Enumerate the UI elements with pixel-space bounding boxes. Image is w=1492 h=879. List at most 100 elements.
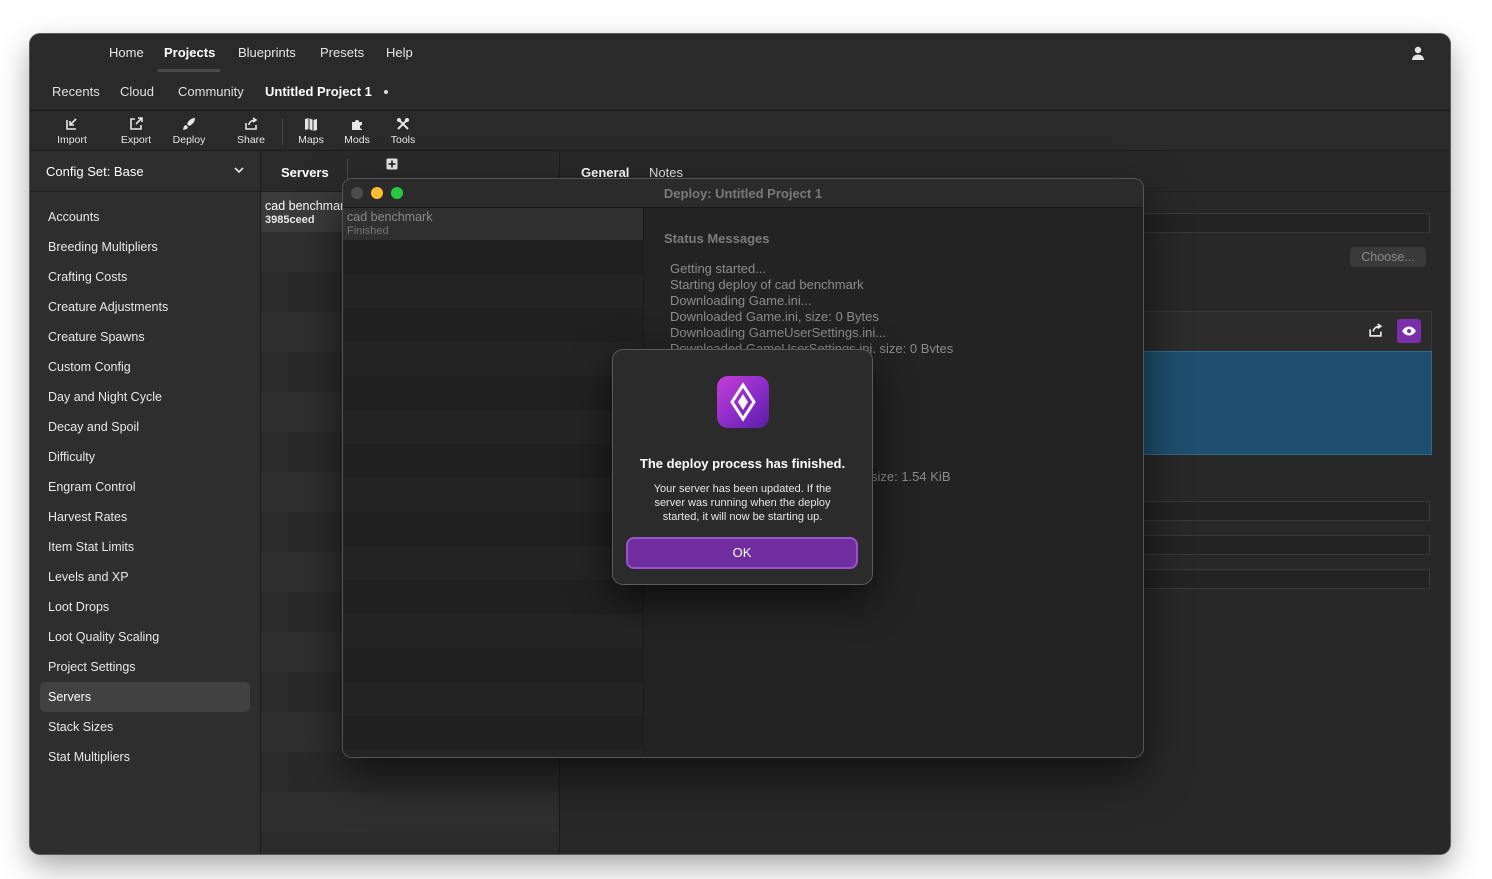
empty-row	[343, 444, 643, 478]
user-account-icon[interactable]	[1410, 45, 1426, 61]
rocket-icon	[183, 118, 195, 130]
empty-row	[343, 240, 643, 274]
empty-row	[343, 376, 643, 410]
tab-untitled-project[interactable]: Untitled Project 1	[265, 84, 372, 99]
sidebar-item-day-and-night-cycle[interactable]: Day and Night Cycle	[40, 382, 250, 412]
empty-row	[343, 546, 643, 580]
deploy-server-row[interactable]: cad benchmark Finished	[343, 208, 643, 240]
empty-row	[261, 792, 559, 832]
sidebar-item-label: Harvest Rates	[48, 510, 128, 524]
empty-row	[343, 478, 643, 512]
sidebar-item-creature-spawns[interactable]: Creature Spawns	[40, 322, 250, 352]
tab-community[interactable]: Community	[178, 84, 244, 99]
server-name-field[interactable]	[1140, 213, 1430, 233]
menu-presets[interactable]: Presets	[320, 45, 364, 60]
servers-title: Servers	[281, 165, 329, 180]
sidebar-item-engram-control[interactable]: Engram Control	[40, 472, 250, 502]
empty-row	[343, 580, 643, 614]
deploy-server-list: cad benchmark Finished	[343, 208, 644, 757]
project-tab-bar: Recents Cloud Community Untitled Project…	[30, 72, 1450, 111]
deploy-titlebar: Deploy: Untitled Project 1	[343, 179, 1143, 208]
empty-row	[343, 342, 643, 376]
sidebar-item-label: Day and Night Cycle	[48, 390, 162, 404]
diamond-logo-icon	[730, 382, 756, 422]
app-icon	[717, 376, 769, 428]
tools-button[interactable]: Tools	[387, 117, 419, 146]
detail-field-1[interactable]	[1140, 501, 1430, 521]
map-icon	[305, 118, 317, 131]
import-button[interactable]: Import	[56, 117, 88, 146]
sidebar-item-stack-sizes[interactable]: Stack Sizes	[40, 712, 250, 742]
maps-button[interactable]: Maps	[295, 117, 327, 146]
sidebar-item-project-settings[interactable]: Project Settings	[40, 652, 250, 682]
detail-field-3[interactable]	[1140, 569, 1430, 589]
sidebar-item-difficulty[interactable]: Difficulty	[40, 442, 250, 472]
share-label: Share	[236, 134, 266, 146]
config-set-selector[interactable]: Config Set: Base	[30, 151, 260, 192]
tools-icon	[397, 118, 409, 130]
tab-notes[interactable]: Notes	[649, 165, 683, 180]
sidebar-item-item-stat-limits[interactable]: Item Stat Limits	[40, 532, 250, 562]
tab-general[interactable]: General	[581, 165, 629, 180]
status-messages-log: Getting started... Starting deploy of ca…	[670, 261, 1130, 353]
unsaved-indicator	[384, 90, 388, 94]
empty-row	[343, 512, 643, 546]
sidebar-item-levels-and-xp[interactable]: Levels and XP	[40, 562, 250, 592]
add-server-icon[interactable]	[386, 158, 398, 170]
tools-label: Tools	[390, 134, 416, 146]
import-icon	[66, 118, 77, 130]
import-label: Import	[57, 134, 87, 146]
sidebar-item-stat-multipliers[interactable]: Stat Multipliers	[40, 742, 250, 772]
alert-title: The deploy process has finished.	[639, 456, 846, 471]
sidebar-item-servers[interactable]: Servers	[40, 682, 250, 712]
config-sidebar: Config Set: Base Accounts Breeding Multip…	[30, 151, 261, 854]
tab-cloud[interactable]: Cloud	[120, 84, 154, 99]
sidebar-item-custom-config[interactable]: Custom Config	[40, 352, 250, 382]
deploy-window-title: Deploy: Untitled Project 1	[663, 186, 823, 201]
tab-recents[interactable]: Recents	[52, 84, 100, 99]
sidebar-item-label: Creature Spawns	[48, 330, 145, 344]
sidebar-item-crafting-costs[interactable]: Crafting Costs	[40, 262, 250, 292]
export-icon	[130, 117, 143, 130]
empty-row	[261, 832, 559, 854]
export-button[interactable]: Export	[120, 117, 152, 146]
view-toggle-button[interactable]	[1397, 319, 1421, 343]
share-icon[interactable]	[1368, 323, 1383, 338]
sidebar-item-label: Crafting Costs	[48, 270, 128, 284]
sidebar-item-label: Engram Control	[48, 480, 136, 494]
sidebar-item-label: Stack Sizes	[48, 720, 114, 734]
sidebar-item-breeding-multipliers[interactable]: Breeding Multipliers	[40, 232, 250, 262]
choose-button[interactable]: Choose...	[1350, 247, 1426, 267]
sidebar-item-label: Loot Quality Scaling	[48, 630, 160, 644]
sidebar-item-label: Loot Drops	[48, 600, 110, 614]
sidebar-item-label: Item Stat Limits	[48, 540, 135, 554]
status-message-partial: size: 1.54 KiB	[871, 469, 951, 484]
sidebar-item-label: Creature Adjustments	[48, 300, 169, 314]
share-button[interactable]: Share	[235, 117, 267, 146]
share-icon	[245, 117, 258, 130]
deploy-server-name: cad benchmark	[347, 210, 433, 224]
empty-row	[343, 614, 643, 648]
mods-button[interactable]: Mods	[341, 117, 373, 146]
ok-button[interactable]: OK	[628, 539, 856, 567]
status-message: Starting deploy of cad benchmark	[670, 277, 864, 292]
empty-row	[343, 274, 643, 308]
status-message: Getting started...	[670, 261, 767, 276]
sidebar-item-loot-drops[interactable]: Loot Drops	[40, 592, 250, 622]
detail-field-2[interactable]	[1140, 535, 1430, 555]
sidebar-item-label: Levels and XP	[48, 570, 129, 584]
deploy-button[interactable]: Deploy	[171, 117, 207, 146]
sidebar-item-loot-quality-scaling[interactable]: Loot Quality Scaling	[40, 622, 250, 652]
server-id: 3985ceed	[265, 214, 315, 226]
sidebar-item-accounts[interactable]: Accounts	[40, 202, 250, 232]
deploy-server-status: Finished	[347, 225, 389, 237]
menu-projects[interactable]: Projects	[164, 45, 215, 60]
sidebar-item-decay-and-spoil[interactable]: Decay and Spoil	[40, 412, 250, 442]
empty-row	[343, 682, 643, 716]
empty-row	[343, 410, 643, 444]
menu-home[interactable]: Home	[109, 45, 144, 60]
sidebar-item-harvest-rates[interactable]: Harvest Rates	[40, 502, 250, 532]
menu-blueprints[interactable]: Blueprints	[238, 45, 296, 60]
menu-help[interactable]: Help	[386, 45, 413, 60]
sidebar-item-creature-adjustments[interactable]: Creature Adjustments	[40, 292, 250, 322]
